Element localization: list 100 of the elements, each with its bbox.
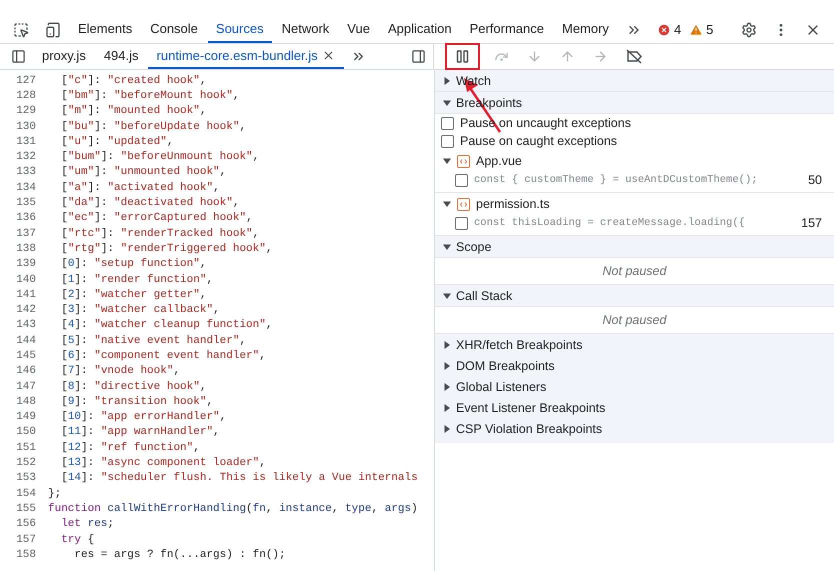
expanded-triangle-icon — [443, 242, 451, 250]
file-tab[interactable]: 494.js — [94, 44, 148, 69]
code-line: ["um"]: "unmounted hook", — [60, 166, 226, 178]
line-number: 146 — [15, 365, 37, 378]
code-line: try { — [60, 534, 94, 546]
panel-tab[interactable]: Vue — [339, 16, 378, 43]
code-line: [12]: "ref function", — [60, 442, 200, 454]
line-number: 153 — [15, 472, 37, 484]
line-number: 132 — [15, 151, 37, 164]
breakpoint-code: const thisLoading = createMessage.loading({ — [474, 217, 746, 229]
code-line: }; — [48, 488, 62, 500]
file-name[interactable]: App.vue — [476, 154, 522, 168]
code-line: ["bum"]: "beforeUnmount hook", — [60, 151, 260, 164]
collapsed-triangle-icon — [443, 340, 451, 348]
code-line: [14]: "scheduler flush. This is likely a Vue internals — [60, 472, 418, 484]
code-line: [2]: "watcher getter", — [60, 288, 206, 301]
checkbox-label: Pause on caught exceptions — [460, 134, 618, 148]
code-line: ["u"]: "updated", — [60, 136, 174, 148]
code-line: [10]: "app errorHandler", — [60, 411, 226, 424]
section-header[interactable]: Call Stack — [435, 285, 834, 307]
code-line: ["a"]: "activated hook", — [60, 182, 220, 194]
line-number: 143 — [15, 319, 37, 332]
panel-tab[interactable]: Console — [142, 16, 206, 43]
code-line: ["bu"]: "beforeUpdate hook", — [60, 120, 246, 133]
line-number: 144 — [15, 334, 37, 347]
code-line: ["da"]: "deactivated hook", — [60, 197, 240, 210]
line-number: 147 — [15, 380, 37, 393]
line-number: 50 — [808, 173, 822, 187]
line-number: 138 — [15, 242, 37, 255]
line-number: 133 — [15, 166, 37, 178]
line-number: 141 — [15, 288, 37, 301]
pause-button[interactable] — [445, 43, 480, 70]
line-number: 158 — [15, 548, 37, 561]
code-line: res = args ? fn(...args) : fn(); — [73, 548, 286, 561]
line-number: 130 — [15, 120, 37, 133]
line-number: 150 — [15, 426, 37, 438]
line-number: 131 — [15, 136, 37, 148]
panel-tab[interactable]: Application — [380, 16, 460, 43]
panel-tab[interactable]: Elements — [70, 16, 140, 43]
file-icon — [457, 154, 470, 168]
code-line: [6]: "component event handler", — [60, 350, 266, 362]
section-header[interactable]: Scope — [435, 236, 834, 258]
collapsed-triangle-icon — [443, 424, 451, 432]
code-line: function callWithErrorHandling(fn, instance, type, args) — [48, 502, 418, 515]
panel-tab[interactable]: Performance — [462, 16, 552, 43]
collapsed-triangle-icon — [443, 382, 451, 390]
line-number: 137 — [15, 228, 37, 240]
line-number: 149 — [15, 411, 37, 424]
collapsed-triangle-icon — [443, 404, 451, 412]
pause-icon — [455, 49, 470, 64]
line-number: 129 — [15, 105, 37, 118]
code-line: [8]: "directive hook", — [60, 380, 206, 393]
file-name[interactable]: permission.ts — [476, 197, 550, 211]
code-line: [9]: "transition hook", — [60, 396, 214, 408]
right-arrow-icon — [593, 49, 608, 64]
line-number: 134 — [15, 182, 37, 194]
error-count[interactable]: 4 — [674, 22, 682, 37]
warning-count[interactable]: 5 — [706, 22, 714, 37]
line-number: 148 — [15, 396, 37, 408]
line-number: 142 — [15, 304, 37, 316]
checkbox[interactable] — [455, 174, 468, 186]
line-number: 157 — [15, 534, 37, 546]
collapsed-triangle-icon — [443, 76, 451, 84]
expanded-triangle-icon — [443, 292, 451, 300]
down-arrow-icon — [527, 49, 542, 64]
breakpoint-code: const { customTheme } = useAntDCustomTheme(); — [474, 174, 759, 186]
line-number: 136 — [15, 212, 37, 224]
line-number: 128 — [15, 90, 37, 102]
close-icon[interactable] — [322, 49, 335, 62]
error-icon — [656, 22, 671, 36]
line-number: 139 — [15, 258, 37, 270]
code-line: [4]: "watcher cleanup function", — [60, 319, 272, 332]
collapsed-triangle-icon — [443, 362, 451, 370]
checkbox[interactable] — [441, 134, 454, 148]
checkbox[interactable] — [455, 216, 468, 230]
line-number: 155 — [15, 502, 37, 515]
checkbox[interactable] — [441, 116, 454, 130]
file-tab[interactable]: proxy.js — [33, 44, 95, 69]
crossed-tag-icon — [626, 49, 643, 64]
code-line: ["ec"]: "errorCaptured hook", — [60, 212, 253, 224]
code-line: ["bm"]: "beforeMount hook", — [60, 90, 240, 102]
line-number: 152 — [15, 457, 37, 470]
code-line: [3]: "watcher callback", — [60, 304, 220, 316]
panel-tab[interactable]: Memory — [554, 16, 617, 43]
code-line: ["rtc"]: "renderTracked hook", — [60, 228, 260, 240]
code-line: ["rtg"]: "renderTriggered hook", — [60, 242, 272, 255]
line-number: 151 — [15, 442, 37, 454]
code-line: ["m"]: "mounted hook", — [60, 105, 206, 118]
line-number: 140 — [15, 274, 37, 286]
line-number: 156 — [15, 518, 37, 530]
code-line: ["c"]: "created hook", — [60, 74, 206, 87]
line-number: 154 — [15, 488, 37, 500]
file-icon — [457, 198, 470, 210]
code-line: [1]: "render function", — [60, 274, 214, 286]
line-number: 145 — [15, 350, 37, 362]
code-line: [5]: "native event handler", — [60, 334, 246, 347]
file-tab[interactable]: runtime-core.esm-bundler.js — [148, 44, 344, 69]
line-number: 127 — [15, 74, 37, 87]
line-number: 135 — [15, 197, 37, 210]
panel-tab[interactable]: Network — [274, 16, 338, 43]
